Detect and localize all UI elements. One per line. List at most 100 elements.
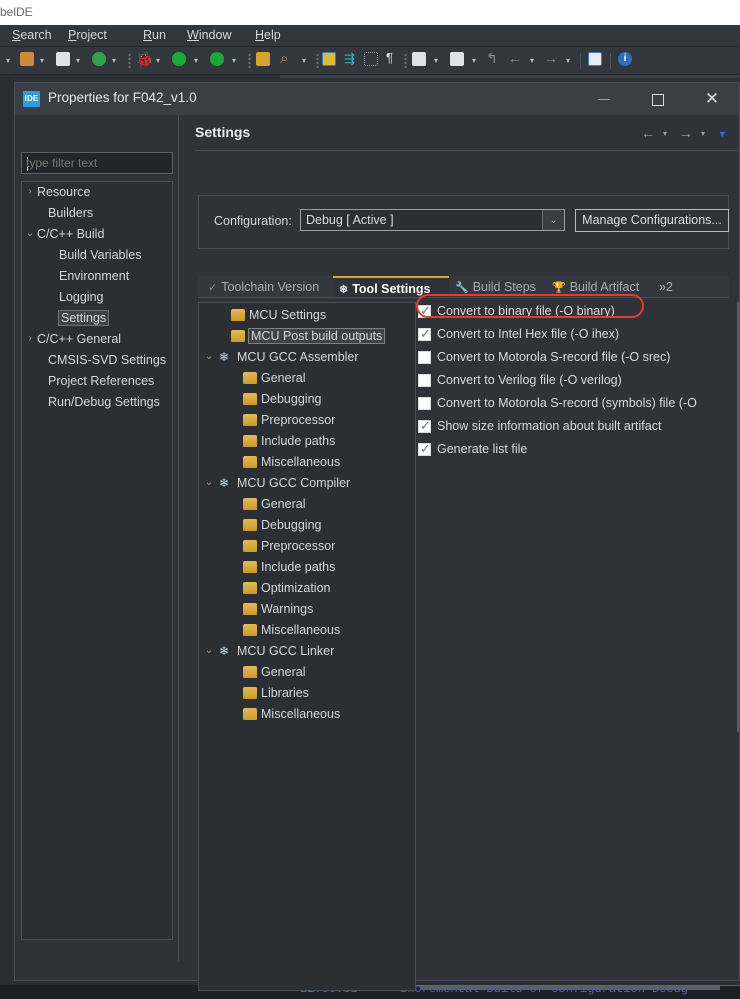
forward-arrow-icon[interactable]: → [679, 125, 693, 141]
tool-tree-item-mcu-gcc-assembler[interactable]: ⌄ ❄ MCU GCC Assembler [199, 347, 415, 368]
tool-tree-item-miscellaneous[interactable]: Miscellaneous [199, 452, 415, 473]
tool-tree-item-preprocessor[interactable]: Preprocessor [199, 410, 415, 431]
back-arrow-icon[interactable]: ← [641, 125, 655, 141]
tab-build-steps[interactable]: 🔧 Build Steps [449, 276, 546, 298]
previous-annotation-icon[interactable] [450, 52, 464, 66]
checkbox-unchecked[interactable] [418, 374, 431, 387]
tool-tree-item-general[interactable]: General [199, 662, 415, 683]
tree-item-c-c-general[interactable]: › C/C++ General [22, 331, 174, 348]
toolbar-caret-11[interactable]: ▾ [566, 56, 570, 65]
tool-tree-item-include-paths[interactable]: Include paths [199, 557, 415, 578]
checkbox-unchecked[interactable] [418, 397, 431, 410]
forward-icon[interactable]: → [544, 50, 558, 66]
run-icon[interactable] [172, 52, 186, 66]
new-file-icon[interactable] [20, 52, 34, 66]
toolbar-caret-0[interactable]: ▾ [6, 56, 10, 65]
tool-tree-item-preprocessor[interactable]: Preprocessor [199, 536, 415, 557]
search-icon[interactable]: ⌕ [280, 50, 288, 67]
menu-item-project[interactable]: Project [65, 28, 110, 42]
option-row[interactable]: Convert to binary file (-O binary) [418, 302, 723, 325]
menu-item-run[interactable]: Run [140, 28, 169, 42]
tool-tree-item-general[interactable]: General [199, 368, 415, 389]
toolbar-caret-4[interactable]: ▾ [156, 56, 160, 65]
toolbar-caret-7[interactable]: ▾ [302, 56, 306, 65]
maximize-button[interactable] [631, 83, 685, 115]
next-annotation-icon[interactable] [412, 52, 426, 66]
save-icon[interactable] [92, 52, 106, 66]
toolbar-drag-handle-3[interactable] [404, 53, 407, 69]
new-folder-icon[interactable] [56, 52, 70, 66]
tree-item-build-variables[interactable]: Build Variables [22, 247, 174, 264]
toolbar-drag-handle-1[interactable] [248, 53, 251, 69]
chevron-right-icon[interactable]: › [25, 333, 35, 344]
filter-text-field[interactable] [26, 155, 166, 171]
debug-icon[interactable]: 🐞 [136, 51, 153, 68]
tool-tree-item-include-paths[interactable]: Include paths [199, 431, 415, 452]
checkbox-checked[interactable] [418, 325, 431, 342]
menu-item-help[interactable]: Help [252, 28, 284, 42]
option-row[interactable]: Show size information about built artifa… [418, 417, 723, 440]
chevron-right-icon[interactable]: › [25, 186, 35, 197]
tool-tree-item-miscellaneous[interactable]: Miscellaneous [199, 704, 415, 725]
tool-tree-item-general[interactable]: General [199, 494, 415, 515]
tool-tree-item-mcu-post-build-outputs[interactable]: MCU Post build outputs [199, 326, 415, 347]
tree-item-resource[interactable]: › Resource [22, 184, 174, 201]
chevron-down-icon[interactable]: ⌄ [204, 477, 214, 488]
minimize-button[interactable] [577, 83, 631, 115]
checkbox-unchecked[interactable] [418, 351, 431, 364]
tool-tree-item-mcu-gcc-linker[interactable]: ⌄ ❄ MCU GCC Linker [199, 641, 415, 662]
toolbar-drag-handle-0[interactable] [128, 53, 131, 69]
pilcrow-icon[interactable]: ¶ [386, 50, 393, 65]
toggle-wrap-icon[interactable]: ⇶ [344, 51, 355, 67]
open-project-icon[interactable] [256, 52, 270, 66]
option-row[interactable]: Convert to Intel Hex file (-O ihex) [418, 325, 723, 348]
option-row[interactable]: Convert to Motorola S-record (symbols) f… [418, 394, 723, 417]
toolbar-caret-5[interactable]: ▾ [194, 56, 198, 65]
tree-item-run-debug-settings[interactable]: Run/Debug Settings [22, 394, 174, 411]
tool-settings-tree[interactable]: MCU Settings MCU Post build outputs ⌄ ❄ MCU … [198, 302, 416, 991]
toolbar-caret-3[interactable]: ▾ [112, 56, 116, 65]
tree-item-cmsis-svd-settings[interactable]: CMSIS-SVD Settings [22, 352, 174, 369]
tree-item-environment[interactable]: Environment [22, 268, 174, 285]
option-row[interactable]: Generate list file [418, 440, 723, 463]
vertical-scrollbar[interactable] [737, 302, 739, 732]
option-row[interactable]: Convert to Motorola S-record file (-O sr… [418, 348, 723, 371]
checkbox-checked[interactable] [418, 417, 431, 434]
view-menu-arrow-icon[interactable]: ▼ [718, 129, 727, 139]
tab-build-artifact[interactable]: 🏆 Build Artifact [546, 276, 653, 298]
filter-input[interactable] [21, 152, 173, 174]
chevron-down-icon[interactable]: ⌄ [25, 228, 35, 239]
tool-tree-item-debugging[interactable]: Debugging [199, 515, 415, 536]
toolbar-caret-9[interactable]: ▾ [472, 56, 476, 65]
tree-item-project-references[interactable]: Project References [22, 373, 174, 390]
manage-configurations-button[interactable]: Manage Configurations... [575, 209, 729, 232]
tab--2[interactable]: »2 [653, 276, 683, 298]
tool-tree-item-warnings[interactable]: Warnings [199, 599, 415, 620]
toolbar-caret-8[interactable]: ▾ [434, 56, 438, 65]
menu-item-search[interactable]: Search [9, 28, 55, 42]
checkbox-checked[interactable] [418, 302, 431, 319]
tree-item-c-c-build[interactable]: ⌄ C/C++ Build [22, 226, 174, 243]
menu-item-window[interactable]: Window [184, 28, 234, 42]
option-row[interactable]: Convert to Verilog file (-O verilog) [418, 371, 723, 394]
tool-tree-item-optimization[interactable]: Optimization [199, 578, 415, 599]
tool-tree-item-libraries[interactable]: Libraries [199, 683, 415, 704]
new-window-icon[interactable] [588, 52, 602, 66]
tool-tree-item-mcu-settings[interactable]: MCU Settings [199, 305, 415, 326]
last-edit-icon[interactable]: ↰ [486, 50, 498, 67]
checkbox-checked[interactable] [418, 440, 431, 457]
chevron-down-icon[interactable]: ⌄ [204, 645, 214, 656]
toolbar-caret-10[interactable]: ▾ [530, 56, 534, 65]
tool-tree-item-miscellaneous[interactable]: Miscellaneous [199, 620, 415, 641]
tree-item-settings[interactable]: Settings [22, 310, 174, 327]
toolbar-caret-2[interactable]: ▾ [76, 56, 80, 65]
tree-item-logging[interactable]: Logging [22, 289, 174, 306]
edit-icon[interactable] [322, 52, 336, 66]
info-icon[interactable]: i [618, 52, 632, 66]
chevron-down-icon[interactable]: ⌄ [204, 351, 214, 362]
toolbar-caret-1[interactable]: ▾ [40, 56, 44, 65]
forward-menu-caret[interactable]: ▾ [701, 129, 705, 138]
tool-tree-item-mcu-gcc-compiler[interactable]: ⌄ ❄ MCU GCC Compiler [199, 473, 415, 494]
back-icon[interactable]: ← [508, 50, 522, 66]
tab-toolchain-version[interactable]: ✓ Toolchain Version [202, 276, 333, 298]
